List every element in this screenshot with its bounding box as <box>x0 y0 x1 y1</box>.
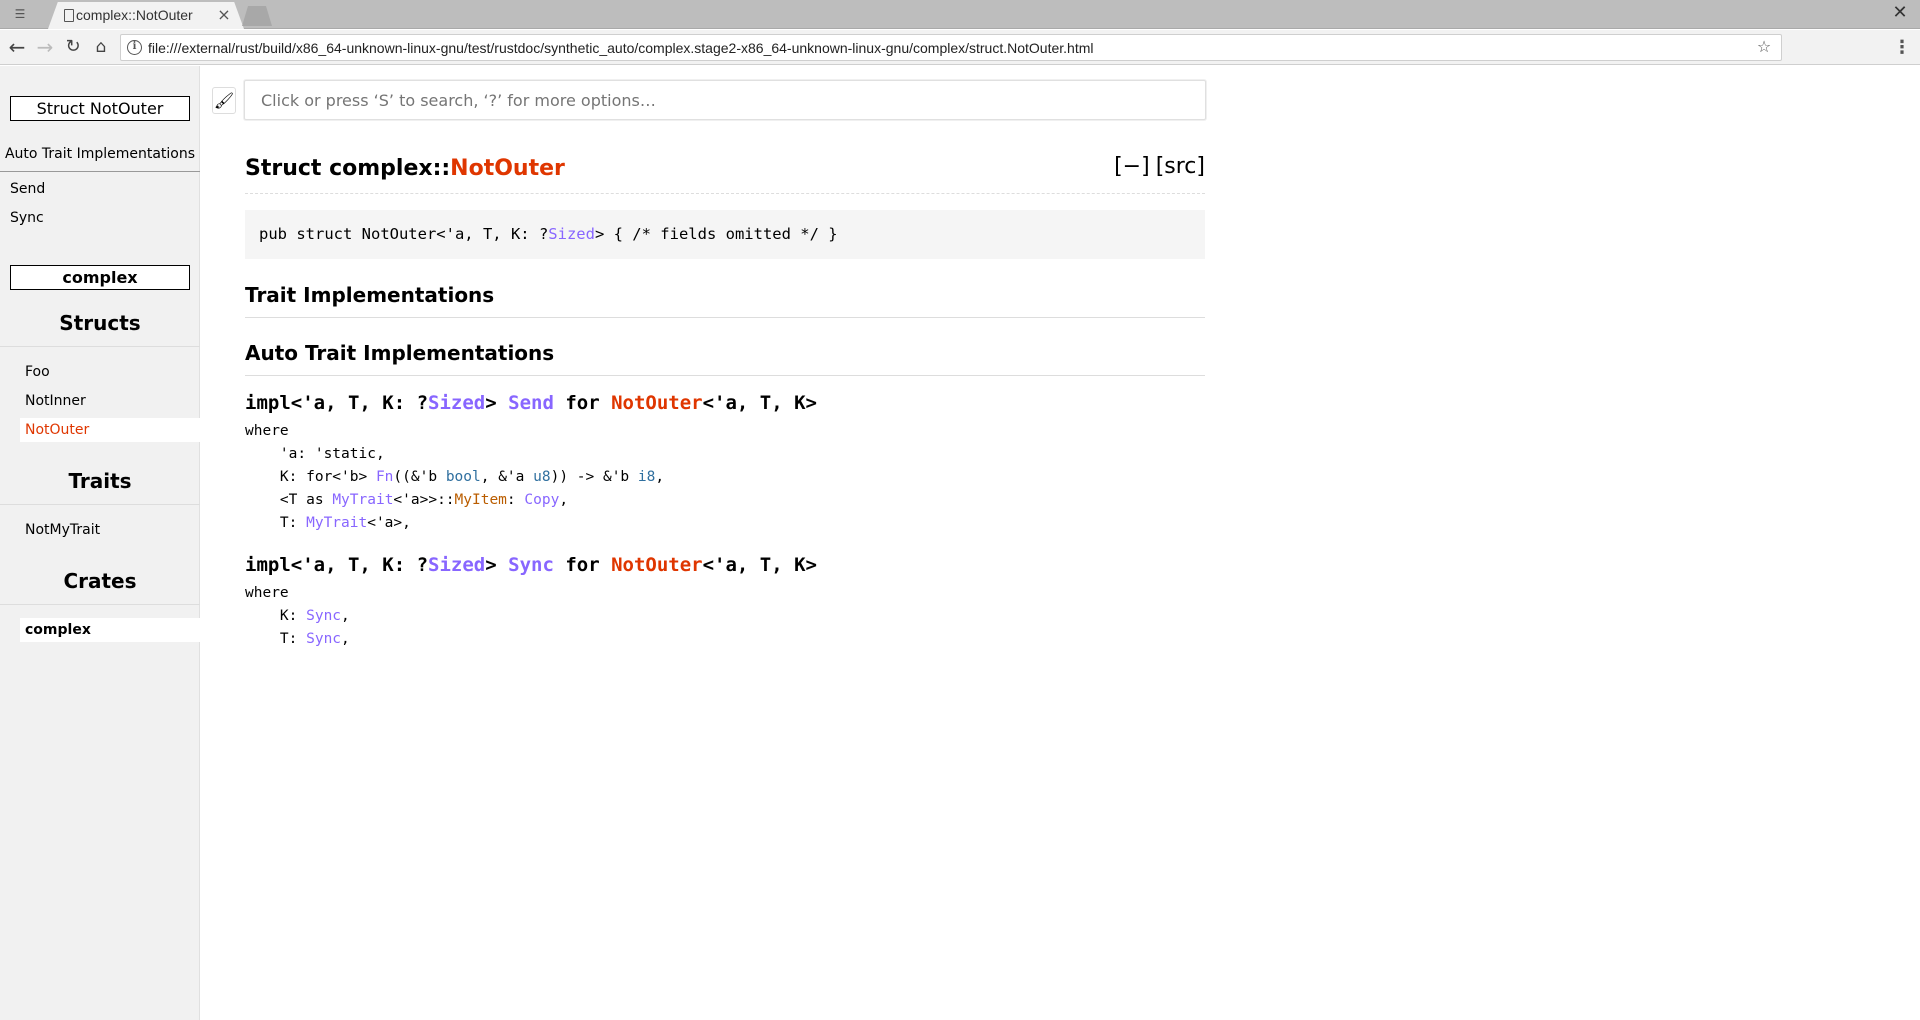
impl-text: for <box>553 392 612 414</box>
sidebar-link-sync[interactable]: Sync <box>10 210 44 226</box>
title-struct-name[interactable]: NotOuter <box>450 156 565 181</box>
browser-tab-active[interactable]: complex::NotOuter × <box>48 2 244 29</box>
sidebar-item-notmytrait[interactable]: NotMyTrait <box>20 518 200 542</box>
where-text: , <box>655 469 665 485</box>
window-close-icon[interactable]: ✕ <box>1890 3 1910 23</box>
url-text[interactable]: file:///external/rust/build/x86_64-unkno… <box>148 40 1094 58</box>
title-prefix: Struct complex:: <box>245 156 451 181</box>
close-icon[interactable]: × <box>215 6 233 24</box>
impl-send-header: impl<'a, T, K: ?Sized> Send for NotOuter… <box>245 392 817 414</box>
collapse-toggle[interactable]: [−] <box>1114 154 1150 179</box>
sidebar-block-title[interactable]: Auto Trait Implementations <box>0 146 200 162</box>
bool-primitive-link[interactable]: bool <box>446 469 481 485</box>
where-text: )) -> &'b <box>550 469 638 485</box>
where-text: K: <box>245 608 307 624</box>
u8-primitive-link[interactable]: u8 <box>533 469 550 485</box>
new-tab-button[interactable] <box>242 6 272 26</box>
sidebar-item-crate-complex[interactable]: complex <box>20 618 200 642</box>
search-placeholder: Click or press ‘S’ to search, ‘?’ for mo… <box>261 91 656 110</box>
where-text: <'a>, <box>367 515 411 531</box>
sidebar-link-send[interactable]: Send <box>10 181 45 197</box>
sidebar-divider <box>0 171 200 172</box>
menu-icon[interactable]: ⋮ <box>1892 37 1912 59</box>
i8-primitive-link[interactable]: i8 <box>638 469 655 485</box>
impl-struct-link[interactable]: NotOuter <box>611 554 703 576</box>
impl-text: <'a, T, K> <box>702 392 817 414</box>
where-text: T: <box>245 631 307 647</box>
address-bar[interactable]: i file:///external/rust/build/x86_64-unk… <box>120 34 1782 61</box>
sidebar-heading-traits[interactable]: Traits <box>0 469 200 493</box>
sidebar-divider <box>0 346 200 347</box>
star-icon[interactable]: ☆ <box>1755 38 1773 56</box>
where-text: , <box>341 608 350 624</box>
where-keyword: where <box>245 585 289 601</box>
myitem-type-link[interactable]: MyItem <box>455 492 507 508</box>
sidebar-divider <box>0 604 200 605</box>
page-title: Struct complex::NotOuter <box>245 156 565 181</box>
impl-text: > <box>485 554 509 576</box>
sync-trait-link[interactable]: Sync <box>306 631 341 647</box>
decl-text: pub struct NotOuter<'a, T, K: ? <box>259 225 549 243</box>
src-link[interactable]: [src] <box>1156 154 1205 179</box>
tab-search-icon[interactable]: ☰ <box>10 5 30 23</box>
sidebar-location: Struct NotOuter <box>10 96 190 121</box>
sidebar: Struct NotOuter Auto Trait Implementatio… <box>0 66 200 1020</box>
where-text: , <box>559 492 569 508</box>
sync-trait-link[interactable]: Sync <box>306 608 341 624</box>
impl-text: > <box>485 392 509 414</box>
where-line: 'a: 'static, <box>245 446 385 462</box>
sidebar-heading-crates: Crates <box>63 569 137 593</box>
impl-sync-where-clause: where K: Sync, T: Sync, <box>245 582 350 651</box>
where-text: <T as <box>245 492 333 508</box>
impl-text: impl<'a, T, K: ? <box>245 392 429 414</box>
impl-trait-send-link[interactable]: Send <box>508 392 554 414</box>
document-icon <box>64 9 74 22</box>
sidebar-divider <box>0 504 200 505</box>
decl-sized-link[interactable]: Sized <box>548 225 595 243</box>
out-of-band: [−] [src] <box>1108 154 1205 179</box>
tab-title: complex::NotOuter <box>76 7 193 23</box>
sidebar-item-foo[interactable]: Foo <box>20 360 200 384</box>
impl-sync-header: impl<'a, T, K: ?Sized> Sync for NotOuter… <box>245 554 817 576</box>
theme-picker-brush-icon[interactable]: 🖌 <box>212 87 236 114</box>
home-icon[interactable]: ⌂ <box>90 37 112 59</box>
trait-implementations-heading[interactable]: Trait Implementations <box>245 283 1205 318</box>
impl-sized-link[interactable]: Sized <box>428 554 485 576</box>
browser-tab-bar: ☰ complex::NotOuter × ✕ <box>0 0 1920 29</box>
struct-declaration: pub struct NotOuter<'a, T, K: ?Sized> { … <box>245 210 1205 259</box>
reload-icon[interactable]: ↻ <box>62 37 84 59</box>
forward-icon[interactable]: → <box>34 37 56 59</box>
auto-trait-implementations-heading[interactable]: Auto Trait Implementations <box>245 341 1205 376</box>
impl-sized-link[interactable]: Sized <box>428 392 485 414</box>
where-text: ((&'b <box>393 469 446 485</box>
where-text: <'a>>:: <box>393 492 455 508</box>
impl-text: impl<'a, T, K: ? <box>245 554 429 576</box>
where-text: T: <box>245 515 307 531</box>
impl-send-where-clause: where 'a: 'static, K: for<'b> Fn((&'b bo… <box>245 420 664 535</box>
page-title-row: Struct complex::NotOuter [−] [src] <box>245 154 1205 194</box>
info-icon[interactable]: i <box>127 40 142 55</box>
sidebar-heading-structs[interactable]: Structs <box>0 311 200 335</box>
decl-text: > { /* fields omitted */ } <box>594 225 838 243</box>
mytrait-link[interactable]: MyTrait <box>332 492 393 508</box>
impl-struct-link[interactable]: NotOuter <box>611 392 703 414</box>
fn-trait-link[interactable]: Fn <box>376 469 393 485</box>
sidebar-item-notouter[interactable]: NotOuter <box>20 418 200 442</box>
copy-trait-link[interactable]: Copy <box>524 492 559 508</box>
where-text: K: for<'b> <box>245 469 376 485</box>
mytrait-link[interactable]: MyTrait <box>306 515 367 531</box>
impl-trait-sync-link[interactable]: Sync <box>508 554 554 576</box>
sidebar-item-notinner[interactable]: NotInner <box>20 389 200 413</box>
back-icon[interactable]: ← <box>6 37 28 59</box>
where-keyword: where <box>245 423 289 439</box>
where-text: , <box>341 631 350 647</box>
impl-text: <'a, T, K> <box>702 554 817 576</box>
impl-text: for <box>553 554 612 576</box>
where-text: : <box>506 492 525 508</box>
sidebar-crate-location[interactable]: complex <box>10 265 190 290</box>
browser-toolbar: ← → ↻ ⌂ i file:///external/rust/build/x8… <box>0 30 1920 65</box>
where-text: , &'a <box>480 469 534 485</box>
search-input[interactable]: Click or press ‘S’ to search, ‘?’ for mo… <box>244 80 1206 120</box>
